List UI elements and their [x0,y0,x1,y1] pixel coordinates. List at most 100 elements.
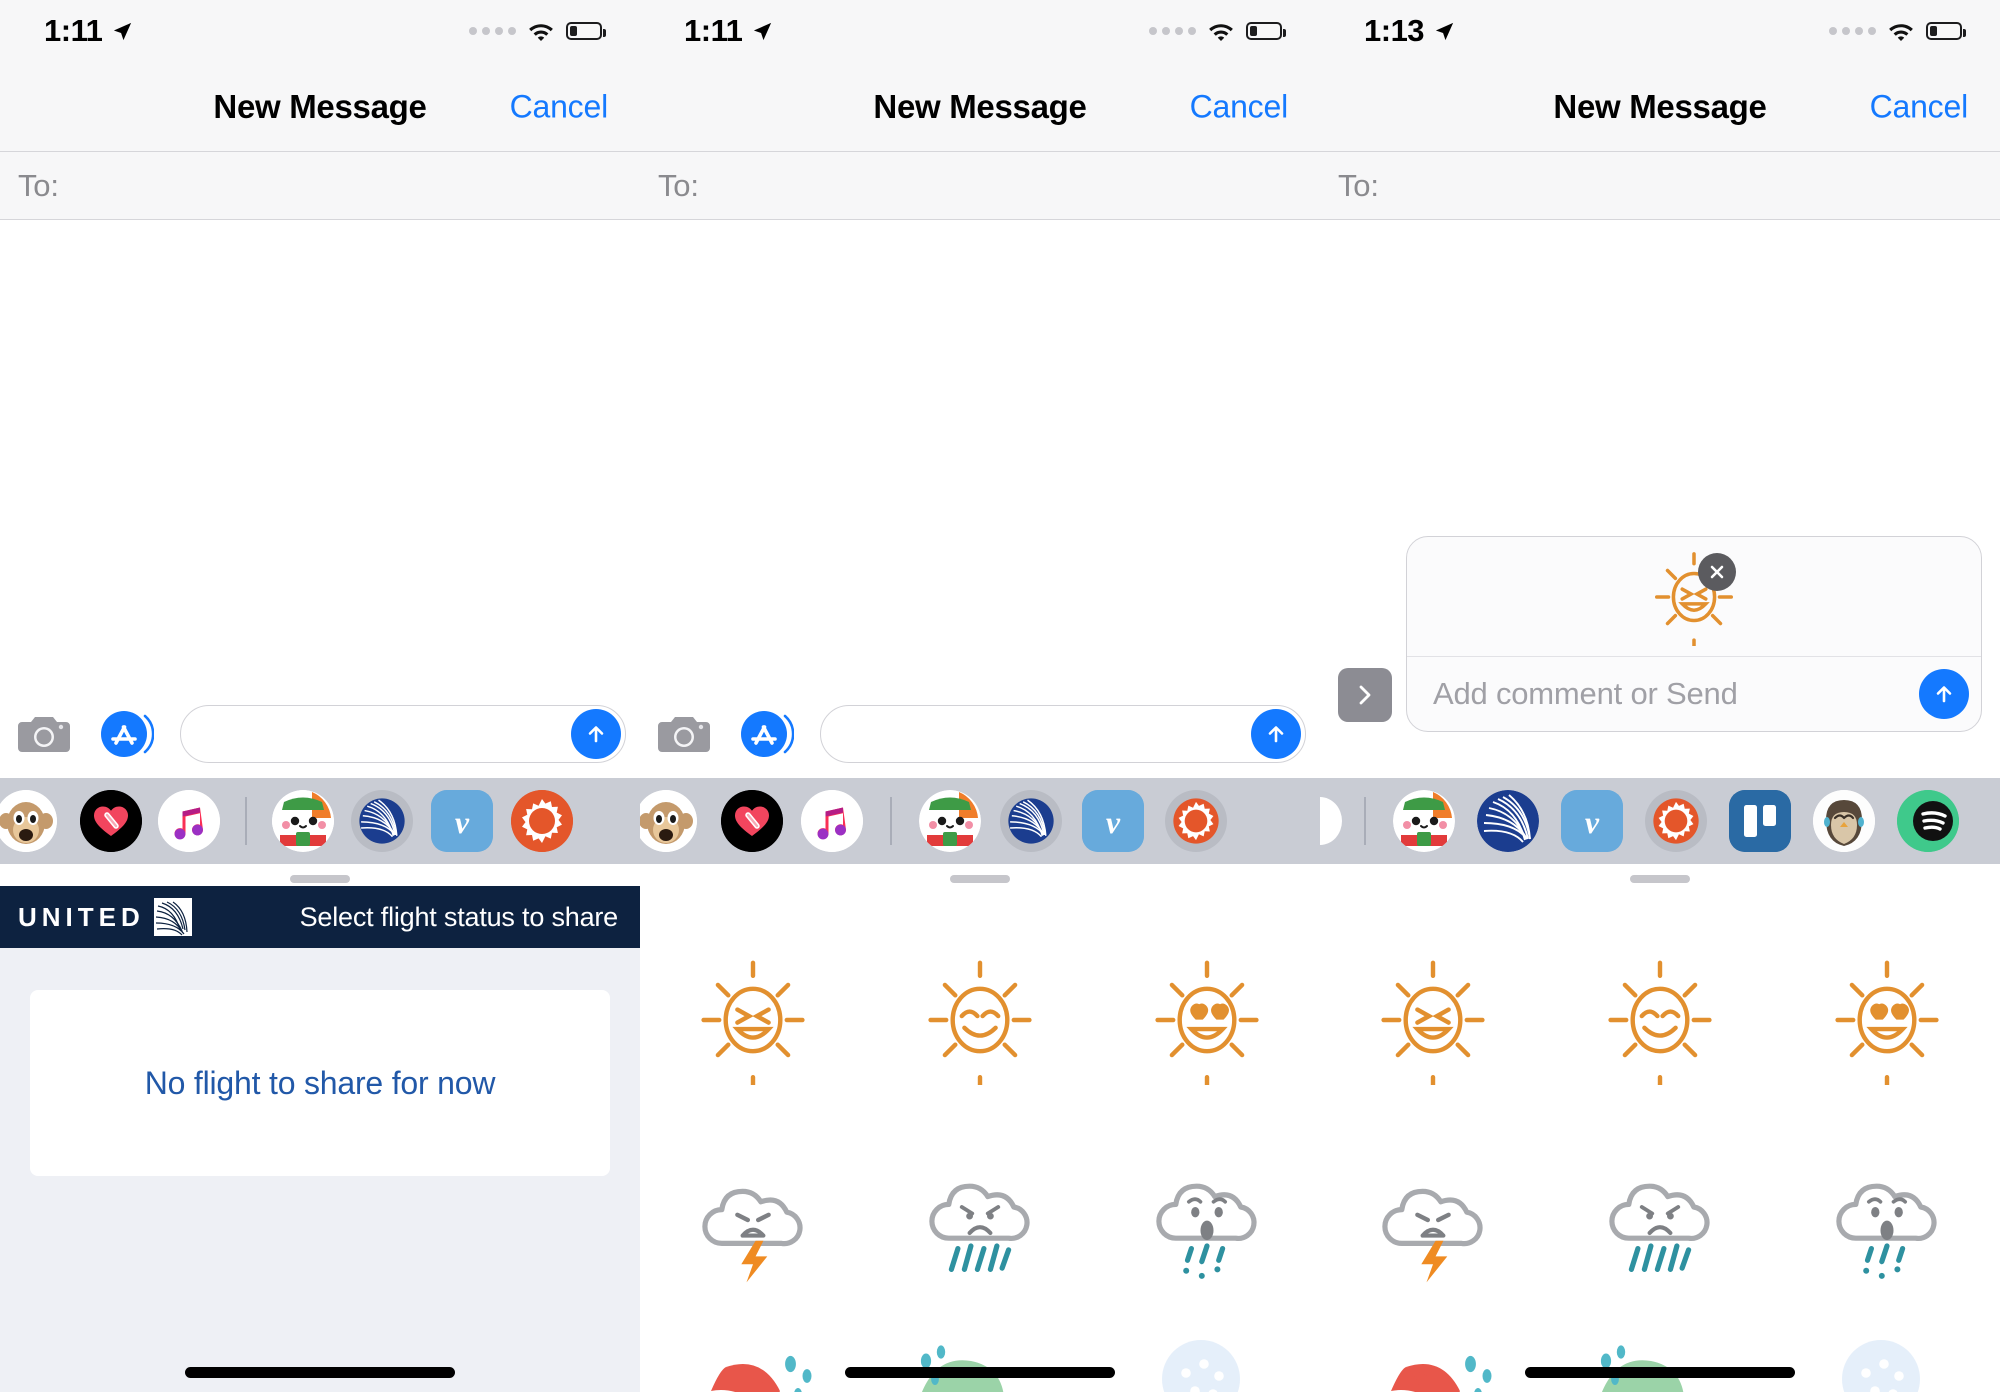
app-icon-line-friends[interactable] [910,790,990,852]
send-button[interactable] [1919,669,1969,719]
united-app-panel: UNITED Select flight status to share No … [0,886,640,1392]
home-indicator [1320,1367,2000,1378]
sticker-bird-snow[interactable] [1093,1320,1320,1392]
sticker-sun-heart-eyes[interactable] [1773,920,2000,1120]
sticker-preview-image[interactable] [1407,537,1981,657]
sticker-dog-green-umbrella[interactable] [867,1320,1094,1392]
sticker-cloud-angry-lightning[interactable] [1320,1120,1547,1320]
camera-icon[interactable] [654,710,714,758]
wifi-icon [529,23,553,41]
app-icon-united-airlines[interactable] [1466,790,1550,852]
app-icon-line-friends[interactable] [1382,790,1466,852]
sticker-sun-squint-laugh[interactable] [640,920,867,1120]
app-icon-venmo[interactable]: v [1072,790,1154,852]
svg-text:v: v [1585,804,1600,840]
recipient-label: To: [658,167,699,203]
sticker-sun-closed-eye-smile[interactable] [1547,920,1774,1120]
app-icon-monkey-memoji[interactable] [640,790,712,852]
sticker-preview-row: Add comment or Send [1320,536,2000,732]
status-time: 1:11 [684,13,743,48]
battery-low-icon [1246,22,1286,40]
app-store-icon[interactable] [98,706,155,762]
united-logo: UNITED [18,898,192,936]
app-icon-trello[interactable] [1718,790,1802,852]
sticker-preview-bubble[interactable]: Add comment or Send [1406,536,1982,732]
chevron-right-icon [1359,685,1371,705]
app-icon-united-airlines[interactable] [990,790,1072,852]
sticker-sun-squint-laugh[interactable] [1320,920,1547,1120]
app-icon-apple-music[interactable] [150,790,228,852]
app-store-icon[interactable] [738,706,795,762]
send-button[interactable] [571,709,621,759]
phone-screen-united: 1:11 New Message Cancel To: v UNITED Sel… [0,0,640,1392]
united-globe-icon [153,898,192,936]
add-comment-input[interactable]: Add comment or Send [1407,657,1981,731]
imessage-app-strip[interactable]: v [640,778,1320,864]
recipient-field[interactable]: To: [640,152,1320,220]
app-icon-monkey-memoji[interactable] [0,790,72,852]
sticker-cloud-surprised-drizzle[interactable] [1093,1120,1320,1320]
status-right [1829,21,1966,42]
expand-apps-button[interactable] [1338,668,1392,722]
sticker-grid [640,892,1320,1392]
wifi-icon [1889,23,1913,41]
app-icon-weather-sun-stickers[interactable] [502,790,582,852]
app-icon-apple-music[interactable] [792,790,872,852]
sticker-sun-closed-eye-smile[interactable] [867,920,1094,1120]
app-icon-united-airlines[interactable] [342,790,422,852]
recipient-label: To: [18,167,59,203]
app-icon-venmo[interactable]: v [1550,790,1634,852]
sticker-cloud-sad-rain[interactable] [1547,1120,1774,1320]
united-wordmark: UNITED [18,901,145,932]
recipient-label: To: [1338,167,1379,203]
sheet-handle-area[interactable] [640,864,1320,894]
message-text-input[interactable] [180,705,626,763]
status-bar: 1:13 [1320,0,2000,62]
signal-dots-icon [469,27,516,35]
location-arrow-icon [754,22,772,40]
imessage-app-strip[interactable]: v [0,778,640,864]
app-icon-line-friends[interactable] [264,790,342,852]
sticker-cloud-sad-rain[interactable] [867,1120,1094,1320]
app-icon-owl-sticker[interactable] [1802,790,1886,852]
united-header-message: Select flight status to share [299,901,619,932]
sticker-dog-green-umbrella[interactable] [1547,1320,1774,1392]
location-arrow-icon [114,22,132,40]
status-left: 1:11 [44,13,134,49]
cancel-button[interactable]: Cancel [1870,88,1969,125]
remove-sticker-button[interactable] [1698,553,1736,591]
app-icon-venmo[interactable]: v [422,790,502,852]
page-title: New Message [1553,87,1767,125]
app-icon-digital-touch[interactable] [72,790,150,852]
recipient-field[interactable]: To: [1320,152,2000,220]
location-arrow-icon [1435,22,1454,40]
recipient-field[interactable]: To: [0,152,640,220]
app-icon-weather-sun-stickers[interactable] [1634,790,1718,852]
sticker-cat-red-umbrella[interactable] [640,1320,867,1392]
sticker-cloud-surprised-drizzle[interactable] [1773,1120,2000,1320]
imessage-app-strip[interactable]: v [1320,778,2000,864]
home-indicator [640,1367,1320,1378]
app-icon-spotify-green[interactable] [1886,790,1970,852]
sheet-handle-area[interactable] [1320,864,2000,894]
app-icon-weather-sun-stickers[interactable] [1154,790,1238,852]
no-flight-card[interactable]: No flight to share for now [30,990,610,1176]
camera-icon[interactable] [14,710,74,758]
nav-bar: New Message Cancel [640,62,1320,152]
sticker-bird-snow[interactable] [1773,1320,2000,1392]
sticker-row [640,920,1320,1120]
sticker-cat-red-umbrella[interactable] [1320,1320,1547,1392]
cancel-button[interactable]: Cancel [510,88,609,125]
app-strip-divider [1364,797,1366,845]
sticker-sun-heart-eyes[interactable] [1093,920,1320,1120]
app-icon-digital-touch[interactable] [712,790,792,852]
sticker-cloud-angry-lightning[interactable] [640,1120,867,1320]
sheet-drag-handle[interactable] [1320,864,2000,894]
phone-screen-sticker-preview: 1:13 New Message Cancel To: Add comment … [1320,0,2000,1392]
send-button[interactable] [1251,709,1301,759]
nav-bar: New Message Cancel [1320,62,2000,152]
message-text-input[interactable] [820,705,1306,763]
sheet-drag-handle[interactable] [640,864,1320,894]
send-arrow-up-icon [1936,686,1952,703]
cancel-button[interactable]: Cancel [1190,88,1289,125]
